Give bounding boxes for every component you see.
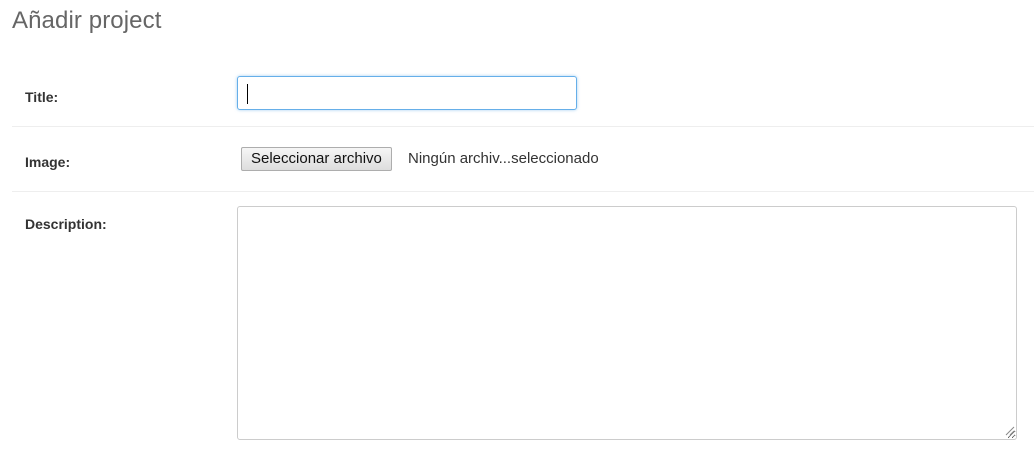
description-textarea[interactable] [237,206,1017,440]
description-label: Description: [25,216,107,232]
text-cursor [247,84,248,104]
form-row-title: Title: [12,62,1034,127]
title-label: Title: [25,89,59,105]
resize-grip-icon[interactable] [1005,426,1015,436]
form-row-description: Description: [12,192,1034,452]
form-row-image: Image: Seleccionar archivo Ningún archiv… [12,127,1034,192]
title-input[interactable] [237,76,577,110]
image-label: Image: [25,154,71,170]
choose-file-button[interactable]: Seleccionar archivo [241,147,392,171]
file-status-text: Ningún archiv...seleccionado [408,150,599,167]
page-title: Añadir project [12,7,162,34]
project-form: Title: Image: Seleccionar archivo Ningún… [12,62,1034,452]
add-project-page: Añadir project Title: Image: Seleccionar… [0,0,1034,454]
